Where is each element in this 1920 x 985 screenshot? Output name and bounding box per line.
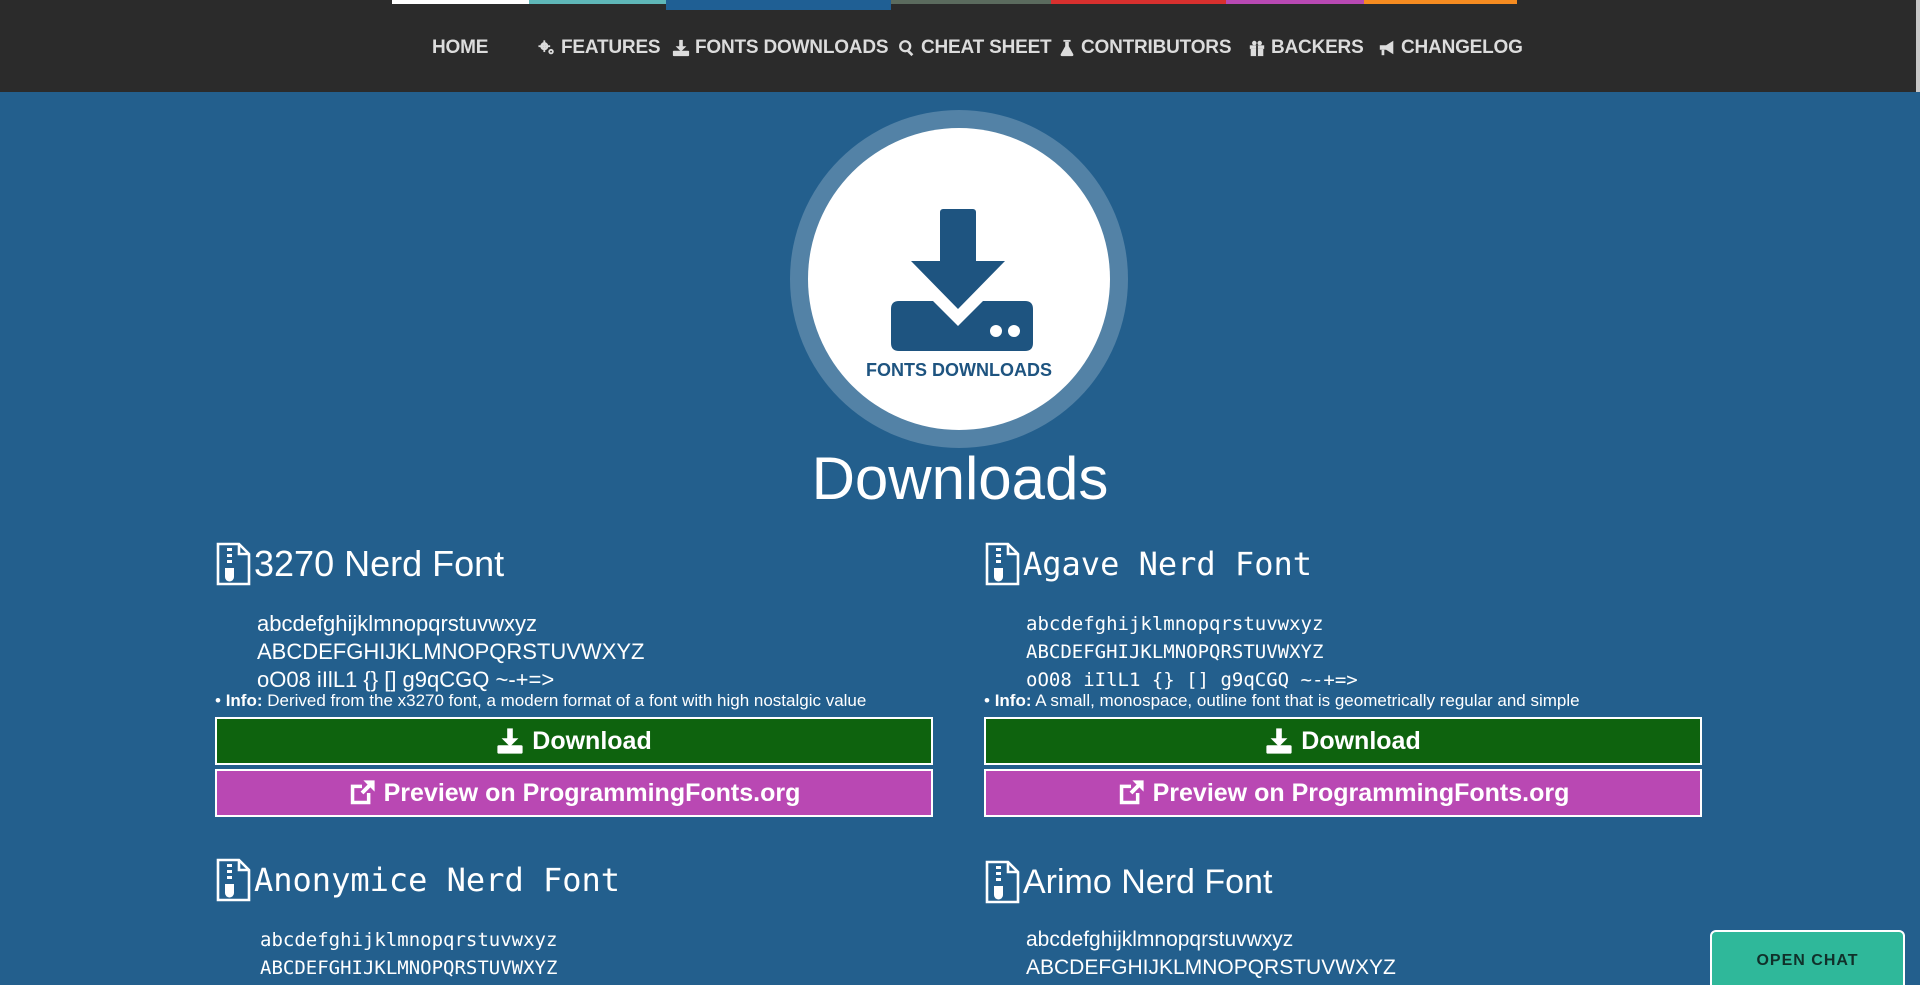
zip-file-icon — [216, 542, 251, 586]
color-stripes — [392, 0, 1525, 10]
zip-file-icon — [216, 858, 251, 902]
font-name: Arimo Nerd Font — [1023, 862, 1273, 901]
preview-button[interactable]: Preview on ProgrammingFonts.org — [984, 769, 1702, 817]
nav-cheat-sheet-label: CHEAT SHEET — [921, 37, 1052, 58]
download-label: Download — [1301, 726, 1421, 755]
page-title: Downloads — [811, 445, 1109, 512]
nav-changelog-label: CHANGELOG — [1401, 37, 1523, 58]
sample-symbols: oO08 iIlL1 {} [] g9qCGQ ~-+=> — [1026, 669, 1358, 691]
download-button[interactable]: Download — [984, 717, 1702, 765]
nav-features-label: FEATURES — [561, 37, 661, 58]
nav-changelog[interactable]: CHANGELOG — [1378, 34, 1523, 62]
gift-icon — [1249, 40, 1265, 57]
nav-contributors-label: CONTRIBUTORS — [1081, 37, 1232, 58]
download-icon — [497, 728, 523, 754]
open-chat-button[interactable]: OPEN CHAT — [1710, 930, 1905, 985]
font-info: • Info: Derived from the x3270 font, a m… — [215, 691, 867, 710]
sample-lowercase: abcdefghijklmnopqrstuvwxyz — [260, 929, 558, 951]
font-card-agave: Agave Nerd Font abcdefghijklmnopqrstuvwx… — [984, 542, 1704, 722]
stripe-cheat-sheet — [891, 0, 1051, 4]
main-nav: HOME FEATURES FONTS DOWNLOADS CHEAT SHEE… — [0, 34, 1920, 62]
external-link-icon — [1119, 780, 1144, 805]
stripe-contributors — [1051, 0, 1226, 4]
font-card-header: Arimo Nerd Font — [984, 860, 1272, 904]
font-name: Agave Nerd Font — [1023, 545, 1312, 583]
search-icon — [899, 40, 914, 57]
download-icon — [1266, 728, 1292, 754]
scrollbar[interactable] — [1916, 0, 1920, 92]
stripe-fonts-downloads — [666, 0, 891, 10]
stripe-backers — [1226, 0, 1364, 4]
sample-symbols: oO08 iIlL1 {} [] g9qCGQ ~-+=> — [257, 667, 555, 692]
sample-lowercase: abcdefghijklmnopqrstuvwxyz — [257, 611, 538, 636]
nav-home-label: HOME — [432, 37, 489, 58]
sample-uppercase: ABCDEFGHIJKLMNOPQRSTUVWXYZ — [1026, 641, 1324, 663]
download-button[interactable]: Download — [215, 717, 933, 765]
bullhorn-icon — [1379, 40, 1394, 56]
nav-backers[interactable]: BACKERS — [1248, 34, 1364, 62]
info-label: Info: — [994, 691, 1032, 710]
font-card-header: 3270 Nerd Font — [215, 542, 504, 586]
font-card-header: Agave Nerd Font — [984, 542, 1312, 586]
nav-fonts-downloads[interactable]: FONTS DOWNLOADS — [672, 34, 889, 62]
nav-features[interactable]: FEATURES — [538, 34, 661, 62]
download-icon — [672, 39, 690, 57]
font-name: Anonymice Nerd Font — [254, 861, 621, 899]
stripe-features — [529, 0, 666, 4]
nav-fonts-downloads-label: FONTS DOWNLOADS — [695, 37, 889, 58]
zip-file-icon — [985, 542, 1020, 586]
font-card-anonymice: Anonymice Nerd Font abcdefghijklmnopqrst… — [215, 858, 935, 985]
preview-label: Preview on ProgrammingFonts.org — [1152, 778, 1570, 807]
open-chat-label: OPEN CHAT — [1756, 952, 1859, 969]
info-label: Info: — [225, 691, 263, 710]
top-navigation-bar: HOME FEATURES FONTS DOWNLOADS CHEAT SHEE… — [0, 0, 1920, 92]
nav-home[interactable]: HOME — [432, 34, 488, 62]
stripe-changelog — [1364, 0, 1517, 4]
nav-backers-label: BACKERS — [1271, 37, 1364, 58]
nav-cheat-sheet[interactable]: CHEAT SHEET — [898, 34, 1052, 62]
flask-icon — [1060, 39, 1074, 57]
info-text: Derived from the x3270 font, a modern fo… — [262, 691, 867, 710]
sample-uppercase: ABCDEFGHIJKLMNOPQRSTUVWXYZ — [260, 957, 558, 979]
font-name: 3270 Nerd Font — [254, 543, 505, 584]
download-label: Download — [532, 726, 652, 755]
sample-uppercase: ABCDEFGHIJKLMNOPQRSTUVWXYZ — [1026, 956, 1396, 979]
gears-icon — [538, 40, 554, 55]
info-text: A small, monospace, outline font that is… — [1031, 691, 1580, 710]
preview-label: Preview on ProgrammingFonts.org — [383, 778, 801, 807]
zip-file-icon — [985, 860, 1020, 904]
external-link-icon — [350, 780, 375, 805]
hero-label: FONTS DOWNLOADS — [866, 360, 1052, 380]
sample-lowercase: abcdefghijklmnopqrstuvwxyz — [1026, 613, 1324, 635]
preview-button[interactable]: Preview on ProgrammingFonts.org — [215, 769, 933, 817]
stripe-home — [392, 0, 529, 4]
nav-contributors[interactable]: CONTRIBUTORS — [1058, 34, 1232, 62]
font-card-arimo: Arimo Nerd Font abcdefghijklmnopqrstuvwx… — [984, 860, 1704, 985]
download-tray-icon — [891, 209, 1033, 351]
sample-uppercase: ABCDEFGHIJKLMNOPQRSTUVWXYZ — [257, 639, 645, 664]
font-card-header: Anonymice Nerd Font — [215, 858, 620, 902]
font-info: • Info: A small, monospace, outline font… — [984, 691, 1580, 710]
sample-lowercase: abcdefghijklmnopqrstuvwxyz — [1026, 928, 1294, 951]
